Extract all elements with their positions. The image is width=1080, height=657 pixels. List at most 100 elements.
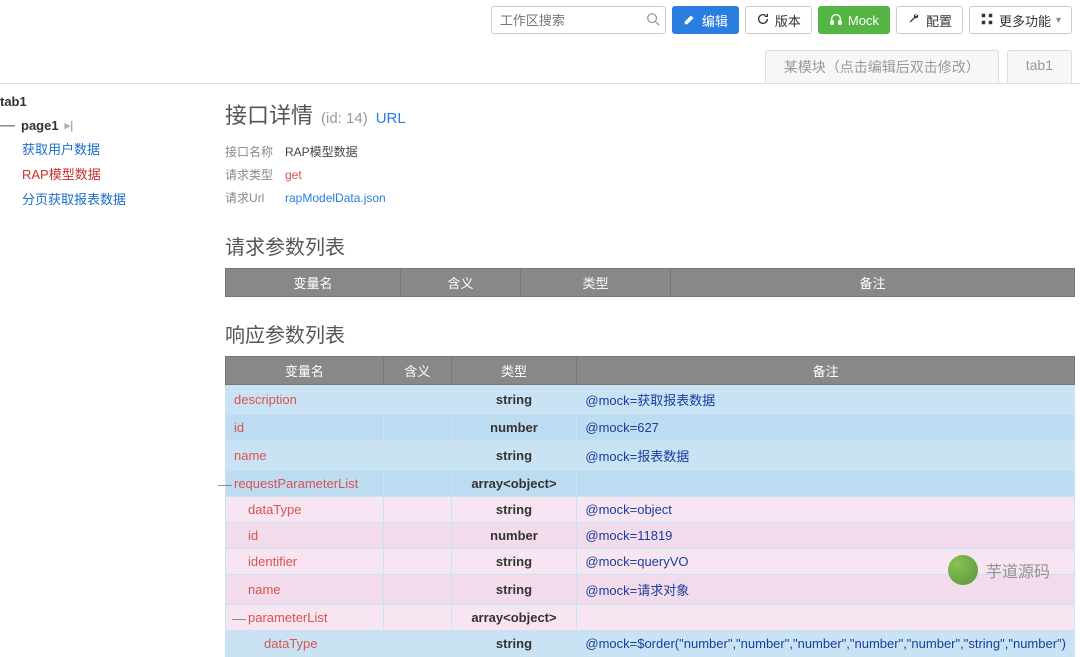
module-tabbar: 某模块（点击编辑后双击修改） tab1	[0, 40, 1080, 84]
search-input[interactable]	[491, 6, 666, 34]
param-meaning	[383, 549, 451, 575]
param-remark: @mock=获取报表数据	[577, 385, 1075, 415]
table-row[interactable]: —requestParameterListarray<object>	[226, 471, 1075, 497]
th-var: 变量名	[226, 269, 401, 297]
meta-reqtype-label: 请求类型	[225, 166, 285, 183]
th-type: 类型	[521, 269, 671, 297]
sidebar-link[interactable]: 获取用户数据	[22, 136, 215, 161]
mock-button[interactable]: Mock	[818, 6, 890, 34]
param-meaning	[383, 441, 451, 471]
config-button[interactable]: 配置	[896, 6, 963, 34]
wrench-icon	[907, 12, 921, 29]
param-name: parameterList	[248, 610, 327, 625]
toolbar: 编辑 版本 Mock 配置 更多功能 ▾	[0, 0, 1080, 40]
chevron-right-icon: ▸|	[65, 119, 74, 132]
table-row[interactable]: namestring@mock=报表数据	[226, 441, 1075, 471]
param-type: string	[451, 385, 577, 415]
api-url-link[interactable]: URL	[376, 110, 406, 127]
version-button[interactable]: 版本	[745, 6, 812, 34]
meta-reqtype-value: get	[285, 168, 302, 182]
param-meaning	[383, 415, 451, 441]
table-row[interactable]: id number@mock=11819	[226, 523, 1075, 549]
refresh-icon	[756, 12, 770, 29]
th-remark: 备注	[577, 357, 1075, 385]
param-remark: @mock=11819	[577, 523, 1075, 549]
param-meaning	[383, 523, 451, 549]
meta-name-label: 接口名称	[225, 143, 285, 160]
param-type: array<object>	[451, 605, 577, 631]
headphones-icon	[829, 12, 843, 29]
param-type: number	[451, 415, 577, 441]
more-button[interactable]: 更多功能 ▾	[969, 6, 1072, 34]
param-name: id	[234, 420, 244, 435]
param-remark	[577, 605, 1075, 631]
watermark: 芋道源码	[948, 555, 1050, 585]
tab-tab1[interactable]: tab1	[1007, 50, 1072, 83]
param-name: id	[248, 528, 258, 543]
request-params-table: 变量名 含义 类型 备注	[225, 268, 1075, 297]
meta-requrl-value[interactable]: rapModelData.json	[285, 191, 386, 205]
param-name: identifier	[248, 554, 297, 569]
th-meaning: 含义	[383, 357, 451, 385]
sidebar-page-row[interactable]: — page1 ▸|	[0, 115, 215, 136]
mock-button-label: Mock	[848, 13, 879, 28]
chevron-down-icon: ▾	[1056, 15, 1061, 26]
table-row[interactable]: dataTypestring@mock=object	[226, 497, 1075, 523]
sidebar-link[interactable]: 分页获取报表数据	[22, 186, 215, 211]
grid-icon	[980, 12, 994, 29]
sidebar-links: 获取用户数据 RAP模型数据 分页获取报表数据	[0, 136, 215, 211]
edit-button[interactable]: 编辑	[672, 6, 739, 34]
param-type: string	[451, 631, 577, 657]
param-remark: @mock=$order("number","number","number",…	[577, 631, 1075, 657]
param-meaning	[383, 497, 451, 523]
param-type: string	[451, 441, 577, 471]
collapse-toggle[interactable]: —	[218, 476, 232, 492]
th-meaning: 含义	[401, 269, 521, 297]
param-remark: @mock=报表数据	[577, 441, 1075, 471]
param-remark	[577, 471, 1075, 497]
param-name: dataType	[264, 636, 318, 651]
param-meaning	[383, 575, 451, 605]
param-type: number	[451, 523, 577, 549]
response-params-title: 响应参数列表	[225, 319, 1080, 348]
param-name: requestParameterList	[234, 476, 358, 491]
response-params-table: 变量名 含义 类型 备注 descriptionstring@mock=获取报表…	[225, 356, 1075, 657]
table-row[interactable]: id number@mock=627	[226, 415, 1075, 441]
meta-name-value: RAP模型数据	[285, 143, 358, 160]
workspace-search	[491, 6, 666, 34]
param-name: dataType	[248, 502, 302, 517]
tab-module-placeholder[interactable]: 某模块（点击编辑后双击修改）	[765, 50, 999, 83]
api-detail-title: 接口详情	[225, 98, 313, 130]
pencil-icon	[683, 12, 697, 29]
edit-button-label: 编辑	[702, 11, 728, 30]
api-detail-header: 接口详情 (id: 14) URL	[225, 98, 1080, 130]
param-type: string	[451, 549, 577, 575]
sidebar-link-active[interactable]: RAP模型数据	[22, 161, 215, 186]
param-meaning	[383, 605, 451, 631]
param-name: description	[234, 392, 297, 407]
api-meta: 接口名称RAP模型数据 请求类型get 请求UrlrapModelData.js…	[225, 140, 1080, 209]
param-type: array<object>	[451, 471, 577, 497]
param-name: name	[248, 582, 281, 597]
watermark-logo-icon	[948, 555, 978, 585]
collapse-toggle[interactable]: —	[232, 610, 246, 626]
version-button-label: 版本	[775, 11, 801, 30]
sidebar: tab1 — page1 ▸| 获取用户数据 RAP模型数据 分页获取报表数据	[0, 84, 215, 657]
param-meaning	[383, 471, 451, 497]
api-id: (id: 14)	[321, 110, 368, 127]
table-row[interactable]: dataType string@mock=$order("number","num…	[226, 631, 1075, 657]
sidebar-tab-label[interactable]: tab1	[0, 92, 215, 115]
param-type: string	[451, 575, 577, 605]
table-row[interactable]: —parameterList array<object>	[226, 605, 1075, 631]
collapse-icon[interactable]: —	[0, 117, 15, 134]
request-params-title: 请求参数列表	[225, 231, 1080, 260]
param-remark: @mock=627	[577, 415, 1075, 441]
th-remark: 备注	[671, 269, 1075, 297]
th-var: 变量名	[226, 357, 384, 385]
meta-requrl-label: 请求Url	[225, 189, 285, 206]
param-remark: @mock=object	[577, 497, 1075, 523]
watermark-text: 芋道源码	[986, 558, 1050, 582]
table-row[interactable]: description string@mock=获取报表数据	[226, 385, 1075, 415]
param-meaning	[383, 385, 451, 415]
param-meaning	[383, 631, 451, 657]
